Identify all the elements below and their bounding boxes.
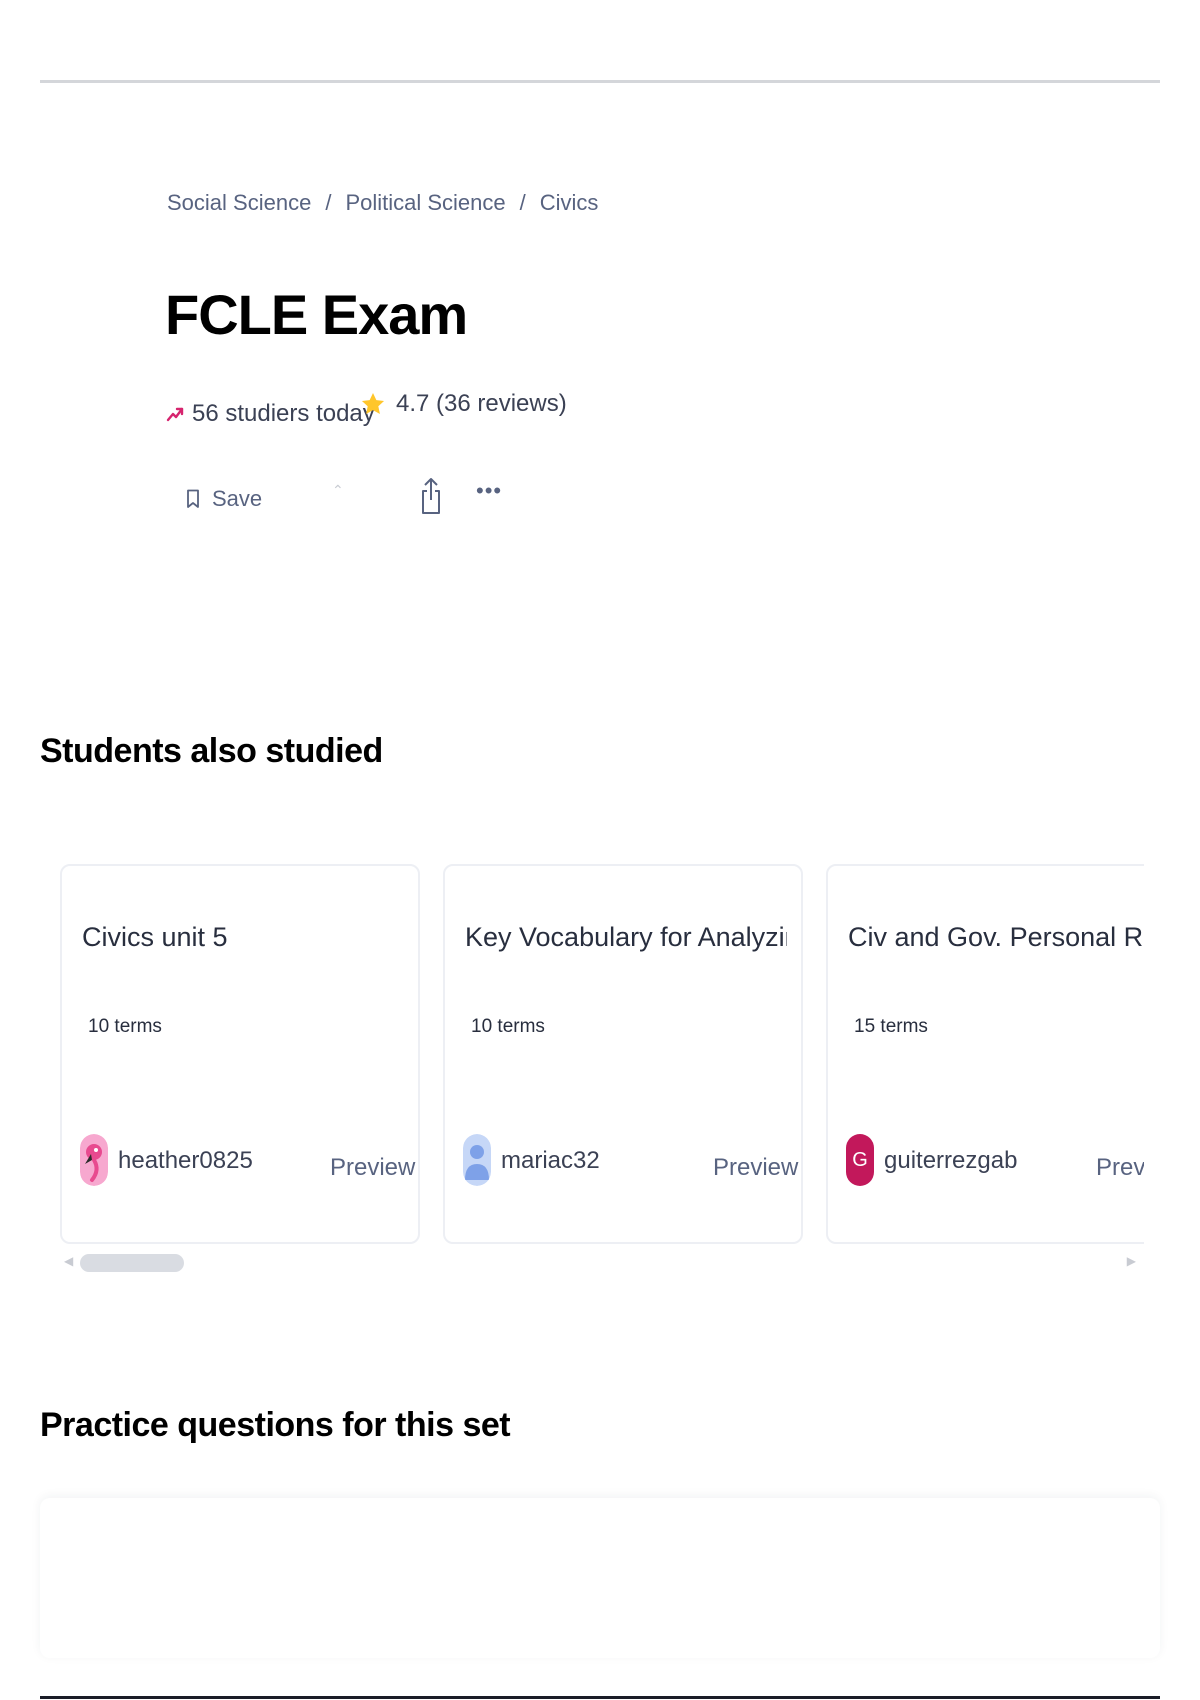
- chevron-up-icon: ⌃: [332, 482, 344, 498]
- preview-button[interactable]: Preview: [1096, 1154, 1144, 1182]
- share-button[interactable]: [420, 476, 442, 521]
- preview-button[interactable]: Preview: [713, 1154, 798, 1182]
- card-author[interactable]: guiterrezgab: [884, 1147, 1017, 1175]
- star-icon: [361, 392, 385, 414]
- study-set-card[interactable]: Civ and Gov. Personal Rights.Study 15 te…: [826, 864, 1144, 1244]
- study-set-card[interactable]: Key Vocabulary for Analyzing Autho... 10…: [443, 864, 803, 1244]
- practice-questions-heading: Practice questions for this set: [40, 1406, 511, 1444]
- breadcrumb-political-science[interactable]: Political Science: [345, 190, 505, 216]
- students-also-studied-heading: Students also studied: [40, 732, 383, 770]
- card-title: Civ and Gov. Personal Rights.Study: [848, 922, 1144, 952]
- scrollbar-thumb[interactable]: [80, 1254, 184, 1272]
- card-terms-count: 15 terms: [854, 1016, 928, 1037]
- set-actions: Save ⌃ •••: [186, 478, 516, 526]
- card-title: Civics unit 5: [82, 922, 228, 952]
- trending-up-icon: [166, 407, 184, 422]
- studied-sets-carousel: Civics unit 5 10 terms heather0825 Previ…: [58, 864, 1144, 1276]
- chevron-right-icon[interactable]: ▶: [1127, 1254, 1136, 1268]
- breadcrumb-separator: /: [519, 190, 526, 215]
- carousel-scrollbar[interactable]: ◀ ▶: [64, 1254, 1136, 1274]
- flamingo-avatar-icon: [80, 1134, 108, 1186]
- bottom-divider: [40, 1696, 1160, 1699]
- page-title: FCLE Exam: [165, 283, 468, 346]
- default-person-avatar-icon: [463, 1134, 491, 1186]
- breadcrumb: Social Science / Political Science / Civ…: [167, 190, 598, 216]
- breadcrumb-social-science[interactable]: Social Science: [167, 190, 311, 216]
- card-title: Key Vocabulary for Analyzing Autho...: [465, 922, 787, 952]
- letter-avatar: G: [846, 1134, 874, 1186]
- save-label: Save: [212, 486, 263, 511]
- breadcrumb-civics[interactable]: Civics: [540, 190, 599, 216]
- rating-text: 4.7 (36 reviews): [396, 390, 567, 417]
- card-terms-count: 10 terms: [88, 1016, 162, 1037]
- more-options-button[interactable]: •••: [476, 478, 502, 504]
- card-author[interactable]: mariac32: [501, 1147, 600, 1175]
- card-terms-count: 10 terms: [471, 1016, 545, 1037]
- avatar-letter: G: [852, 1148, 868, 1171]
- bookmark-icon: [187, 489, 199, 508]
- top-divider: [40, 80, 1160, 83]
- studiers-count: 56 studiers today: [166, 400, 375, 428]
- set-meta: 56 studiers today 4.7 (36 reviews): [166, 390, 567, 428]
- share-icon: [422, 478, 440, 514]
- chevron-left-icon[interactable]: ◀: [64, 1254, 73, 1268]
- rating[interactable]: 4.7 (36 reviews): [360, 390, 567, 418]
- studiers-text: 56 studiers today: [192, 400, 375, 427]
- study-set-card[interactable]: Civics unit 5 10 terms heather0825 Previ…: [60, 864, 420, 1244]
- breadcrumb-separator: /: [325, 190, 332, 215]
- preview-button[interactable]: Preview: [330, 1154, 415, 1182]
- save-button[interactable]: Save: [186, 486, 262, 512]
- card-author[interactable]: heather0825: [118, 1147, 253, 1175]
- practice-questions-panel: [40, 1498, 1160, 1658]
